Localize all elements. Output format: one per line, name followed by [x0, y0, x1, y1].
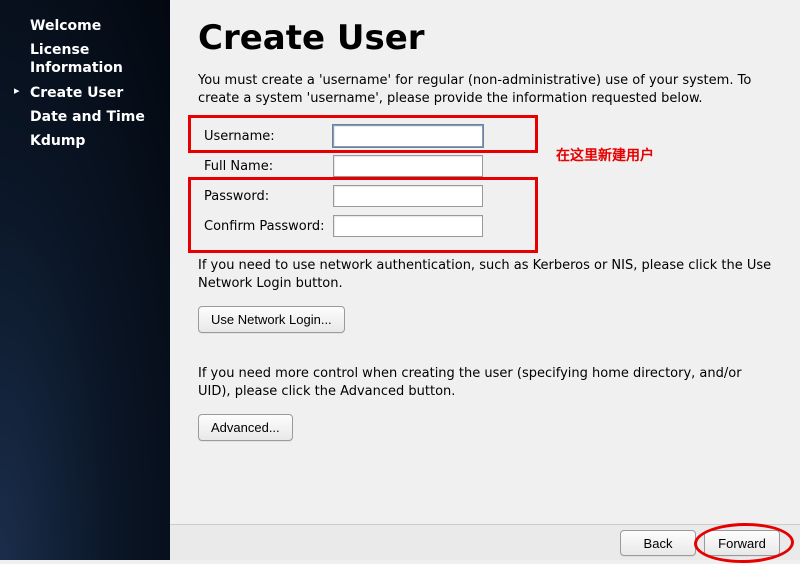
sidebar-item-welcome[interactable]: Welcome — [12, 14, 158, 38]
annotation-create-here: 在这里新建用户 — [556, 145, 654, 165]
confirm-password-label: Confirm Password: — [198, 219, 333, 234]
sidebar-item-kdump[interactable]: Kdump — [12, 129, 158, 153]
password-input[interactable] — [333, 185, 483, 207]
advanced-button[interactable]: Advanced... — [198, 414, 293, 441]
fullname-input[interactable] — [333, 155, 483, 177]
fullname-label: Full Name: — [198, 159, 333, 174]
sidebar-item-date-time[interactable]: Date and Time — [12, 105, 158, 129]
username-label: Username: — [198, 129, 333, 144]
sidebar-item-license[interactable]: License Information — [12, 38, 158, 80]
advanced-paragraph: If you need more control when creating t… — [198, 365, 772, 400]
network-auth-paragraph: If you need to use network authenticatio… — [198, 257, 772, 292]
password-label: Password: — [198, 189, 333, 204]
sidebar-item-create-user[interactable]: Create User — [12, 81, 158, 105]
sidebar: Welcome License Information Create User … — [0, 0, 170, 560]
use-network-login-button[interactable]: Use Network Login... — [198, 306, 345, 333]
bottom-bar: Back Forward — [170, 524, 800, 560]
user-form: 在这里新建用户 Username: Full Name: Password: C… — [198, 121, 772, 241]
forward-button[interactable]: Forward — [704, 530, 780, 556]
page-title: Create User — [198, 18, 772, 58]
main-content: Create User You must create a 'username'… — [170, 0, 800, 560]
username-input[interactable] — [333, 125, 483, 147]
back-button[interactable]: Back — [620, 530, 696, 556]
confirm-password-input[interactable] — [333, 215, 483, 237]
intro-paragraph: You must create a 'username' for regular… — [198, 72, 772, 107]
